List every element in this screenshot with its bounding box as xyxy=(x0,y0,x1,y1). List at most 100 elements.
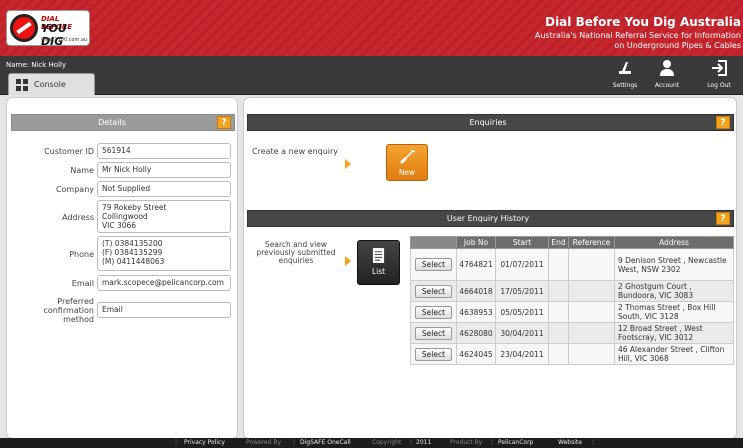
address-cell: 2 Ghostgum Court , Bundoora, VIC 3083 xyxy=(614,280,734,302)
logout-button[interactable]: Log Out xyxy=(699,58,739,94)
arrow-right-icon xyxy=(345,159,351,169)
end-cell xyxy=(548,301,569,323)
app-header: DIAL BEFORE YOU DIG www.1100.com.au Dial… xyxy=(0,0,743,56)
site-title: Dial Before You Dig Australia xyxy=(545,15,741,29)
phone-field[interactable]: (T) 0384135200 (F) 0384135299 (M) 041144… xyxy=(97,236,231,271)
table-row: Select 4628080 30/04/2011 12 Broad Stree… xyxy=(410,322,734,344)
email-field[interactable]: mark.scopece@pelicancorp.com xyxy=(97,275,231,291)
job-no-cell: 4764821 xyxy=(456,248,496,281)
privacy-policy-link[interactable]: Privacy Policy xyxy=(184,439,225,446)
arrow-right-icon xyxy=(345,256,351,266)
start-cell: 17/05/2011 xyxy=(495,280,549,302)
customer-id-field[interactable]: 561914 xyxy=(97,143,231,159)
end-cell xyxy=(548,248,569,281)
footer-separator: | xyxy=(491,439,494,446)
toolbar: Name: Nick Holly Console Settings Accoun… xyxy=(0,56,743,95)
address-field[interactable]: 79 Rokeby Street Collingwood VIC 3066 xyxy=(97,200,231,233)
start-cell: 30/04/2011 xyxy=(495,322,549,344)
footer: | Privacy Policy Powered By | DigSAFE On… xyxy=(0,438,743,448)
history-header: User Enquiry History ? xyxy=(247,210,734,227)
settings-label: Settings xyxy=(612,82,638,89)
select-cell: Select xyxy=(410,280,457,302)
enquiry-history-table: Job No Start End Reference Address Selec… xyxy=(410,236,734,365)
address-cell: 2 Thomas Street , Box Hill South, VIC 31… xyxy=(614,301,734,323)
reference-cell xyxy=(568,248,615,281)
account-button[interactable]: Account xyxy=(647,58,687,94)
job-no-cell: 4664018 xyxy=(456,280,496,302)
tab-console[interactable]: Console xyxy=(8,73,95,95)
pelicancorp-link[interactable]: PelicanCorp xyxy=(498,439,533,446)
table-row: Select 4624045 23/04/2011 46 Alexander S… xyxy=(410,343,734,365)
job-no-cell: 4628080 xyxy=(456,322,496,344)
reference-cell xyxy=(568,343,615,365)
settings-button[interactable]: Settings xyxy=(605,58,645,94)
enquiries-title: Enquiries xyxy=(469,118,507,127)
preferred-confirmation-field[interactable]: Email xyxy=(97,302,231,318)
job-no-cell: 4638953 xyxy=(456,301,496,323)
logo-url: www.1100.com.au xyxy=(41,37,88,43)
new-enquiry-button[interactable]: New xyxy=(386,144,428,181)
main-panel: Enquiries ? Create a new enquiry New Use… xyxy=(243,97,737,439)
end-cell xyxy=(548,280,569,302)
account-label: Account xyxy=(654,82,680,89)
details-panel: Details ? Customer ID 561914 Name Mr Nic… xyxy=(6,97,238,439)
list-enquiries-button[interactable]: List xyxy=(357,240,400,285)
email-label: Email xyxy=(71,279,94,288)
footer-separator: | xyxy=(410,439,413,446)
select-button[interactable]: Select xyxy=(415,326,452,340)
address-cell: 12 Broad Street , West Footscray, VIC 30… xyxy=(614,322,734,344)
select-button[interactable]: Select xyxy=(415,258,452,271)
reference-cell xyxy=(568,280,615,302)
powered-by-text: Powered By xyxy=(246,439,282,446)
customer-id-label: Customer ID xyxy=(44,147,94,156)
end-cell xyxy=(548,322,569,344)
footer-separator: | xyxy=(175,439,178,446)
dbyd-logo[interactable]: DIAL BEFORE YOU DIG www.1100.com.au xyxy=(6,10,90,48)
history-help-icon[interactable]: ? xyxy=(716,212,730,225)
address-cell: 9 Denison Street , Newcastle West, NSW 2… xyxy=(614,248,734,281)
details-header: Details ? xyxy=(11,114,235,131)
column-header-reference[interactable]: Reference xyxy=(568,236,615,249)
company-field[interactable]: Not Supplied xyxy=(97,181,231,197)
details-help-icon[interactable]: ? xyxy=(217,116,231,129)
column-header-start[interactable]: Start xyxy=(495,236,549,249)
column-header-job-no[interactable]: Job No xyxy=(456,236,496,249)
settings-icon xyxy=(619,62,631,74)
site-subtitle-line2: on Underground Pipes & Cables xyxy=(614,41,741,50)
logo-text-line2: YOU DIG xyxy=(41,22,67,48)
select-cell: Select xyxy=(410,322,457,344)
select-button[interactable]: Select xyxy=(415,284,452,298)
new-button-label: New xyxy=(398,168,416,177)
end-cell xyxy=(548,343,569,365)
preferred-confirmation-label: Preferred confirmation method xyxy=(43,297,94,324)
address-cell: 46 Alexander Street , Clifton Hill, VIC … xyxy=(614,343,734,365)
column-header-address[interactable]: Address xyxy=(614,236,734,249)
table-header-row: Job No Start End Reference Address xyxy=(410,236,734,249)
phone-label: Phone xyxy=(69,250,94,259)
select-cell: Select xyxy=(410,343,457,365)
reference-cell xyxy=(568,301,615,323)
create-enquiry-text: Create a new enquiry xyxy=(252,147,339,156)
column-header-end[interactable]: End xyxy=(548,236,569,249)
footer-separator: | xyxy=(592,439,595,446)
product-by-text: Product By xyxy=(450,439,483,446)
account-icon xyxy=(660,60,674,76)
name-field[interactable]: Mr Nick Holly xyxy=(97,162,231,178)
company-label: Company xyxy=(55,185,94,194)
address-label: Address xyxy=(62,213,94,222)
digsafe-onecall-link[interactable]: DigSAFE OneCall xyxy=(300,439,351,446)
column-header-select xyxy=(410,236,457,249)
select-cell: Select xyxy=(410,301,457,323)
select-button[interactable]: Select xyxy=(415,347,452,361)
console-grid-icon xyxy=(16,79,28,91)
name-label: Name xyxy=(70,166,94,175)
shovel-icon xyxy=(400,149,416,164)
enquiries-help-icon[interactable]: ? xyxy=(716,116,730,129)
select-button[interactable]: Select xyxy=(415,305,452,319)
website-link[interactable]: Website xyxy=(558,439,582,446)
enquiries-header: Enquiries ? xyxy=(247,114,734,131)
job-no-cell: 4624045 xyxy=(456,343,496,365)
table-row: Select 4638953 05/05/2011 2 Thomas Stree… xyxy=(410,301,734,323)
copyright-year: 2011 xyxy=(416,439,432,446)
site-subtitle: Australia's National Referral Service fo… xyxy=(535,31,741,51)
